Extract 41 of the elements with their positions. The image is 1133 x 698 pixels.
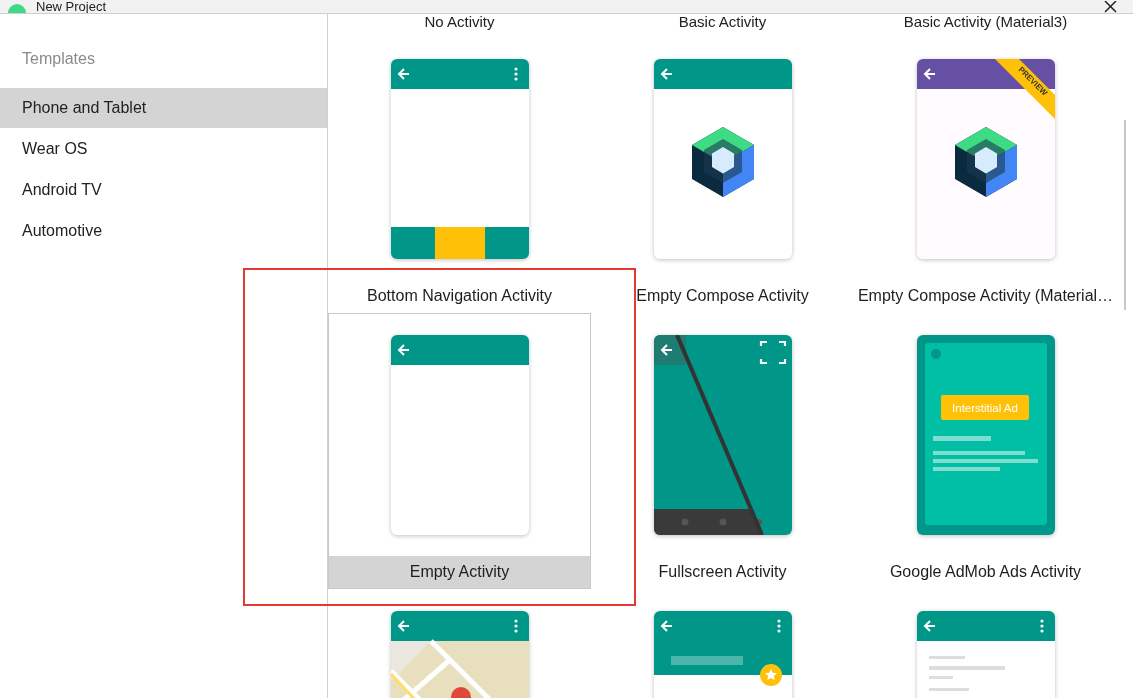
overflow-menu-icon: [513, 619, 518, 633]
close-icon[interactable]: [1104, 1, 1117, 13]
compose-logo-icon: [954, 127, 1017, 197]
overflow-menu-icon: [776, 619, 781, 633]
back-arrow-icon: [397, 68, 410, 80]
sidebar-item[interactable]: Automotive: [0, 211, 327, 251]
back-arrow-icon: [923, 620, 936, 632]
template-label: Empty Activity: [329, 556, 590, 588]
template-label: Empty Compose Activity: [635, 286, 810, 306]
back-arrow-icon: [397, 344, 410, 356]
template-tile[interactable]: Bottom Navigation Activity: [328, 37, 591, 313]
back-arrow-icon: [397, 620, 410, 632]
sidebar-item[interactable]: Phone and Tablet: [0, 88, 327, 128]
template-label: Bottom Navigation Activity: [366, 286, 553, 306]
overflow-menu-icon: [1039, 619, 1044, 633]
ad-banner: Interstitial Ad: [940, 395, 1029, 420]
template-label: Basic Activity (Material3): [902, 14, 1069, 32]
template-label: Fullscreen Activity: [657, 562, 788, 582]
fullscreen-icon: [759, 340, 786, 365]
star-fab-icon: [759, 664, 782, 686]
template-label: No Activity: [423, 14, 496, 32]
back-arrow-icon: [660, 620, 673, 632]
camera-dot: [930, 349, 941, 359]
window-title: New Project: [36, 0, 107, 13]
template-label: Empty Compose Activity (Material…: [856, 286, 1115, 306]
template-tile[interactable]: Interstitial Ad Google AdMob Ads Activity: [854, 313, 1117, 589]
back-arrow-icon: [923, 68, 936, 80]
sidebar-item[interactable]: Wear OS: [0, 129, 327, 169]
template-tile[interactable]: Empty Activity: [328, 313, 591, 589]
scrollbar-thumb[interactable]: [1124, 120, 1126, 310]
overflow-menu-icon: [513, 67, 518, 81]
sidebar-heading: Templates: [21, 50, 96, 69]
back-arrow-icon: [660, 344, 673, 356]
template-label: Basic Activity: [677, 14, 768, 32]
template-tile[interactable]: Fullscreen Activity: [591, 313, 854, 589]
template-tile[interactable]: Empty Compose Activity: [591, 37, 854, 313]
android-icon: [6, 2, 28, 13]
back-arrow-icon: [660, 68, 673, 80]
template-label: Google AdMob Ads Activity: [888, 562, 1083, 582]
sidebar-item[interactable]: Android TV: [0, 170, 327, 210]
compose-logo-icon: [691, 127, 754, 197]
